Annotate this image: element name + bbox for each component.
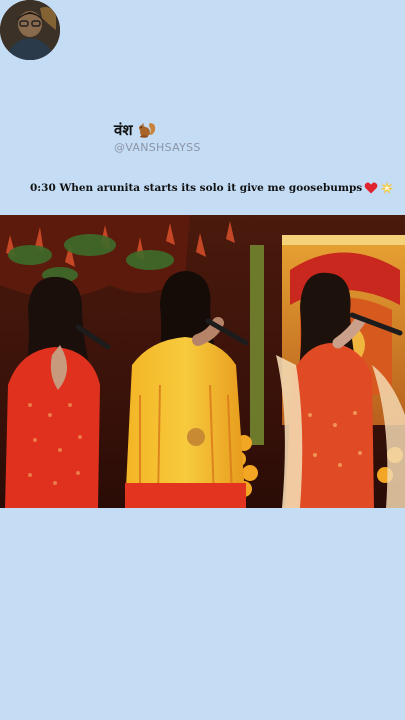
avatar[interactable] (0, 0, 60, 60)
squirrel-icon (137, 121, 157, 139)
tweet-text-row: 0:30 When arunita starts its solo it giv… (30, 180, 394, 196)
display-name[interactable]: वंश (114, 121, 133, 139)
tweet-text: 0:30 When arunita starts its solo it giv… (30, 182, 363, 194)
avatar-image (0, 0, 60, 60)
video-still-image (0, 215, 405, 508)
user-handle[interactable]: @VANSHSAYSS (114, 141, 201, 154)
collision-spark-icon (380, 181, 394, 195)
video-frame[interactable] (0, 215, 405, 508)
name-row: वंश (114, 121, 157, 139)
red-heart-icon (364, 181, 378, 195)
